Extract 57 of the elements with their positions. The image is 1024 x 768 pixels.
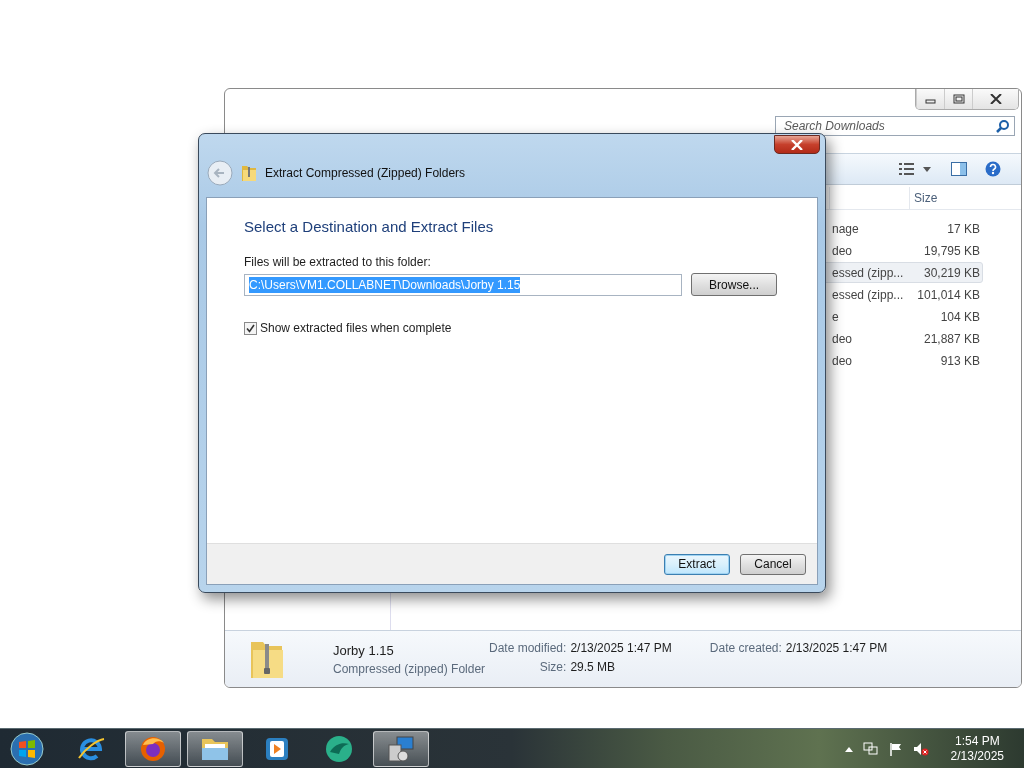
minimize-button[interactable]	[916, 89, 944, 109]
table-cell-text: essed (zipp...	[831, 265, 905, 280]
table-cell-text: 104 KB	[939, 309, 980, 324]
table-cell-text: 30,219 KB	[922, 265, 980, 280]
play-icon	[264, 735, 290, 762]
field-label: Date modified:	[489, 641, 567, 656]
show-hidden-icons-icon[interactable]	[844, 745, 853, 752]
taskbar-button[interactable]	[373, 730, 429, 767]
clock-date[interactable]: 2/13/2025	[950, 748, 1004, 764]
help-icon[interactable]	[985, 161, 1001, 177]
file-name: Jorby 1.15	[333, 642, 395, 658]
start-button[interactable]	[10, 731, 44, 766]
checkbox[interactable]	[244, 321, 257, 335]
close-icon	[989, 94, 1002, 104]
field-value: 29.5 MB	[570, 660, 617, 675]
checkbox-label[interactable]: Show extracted files when complete	[260, 321, 452, 335]
view-options-icon[interactable]	[899, 162, 933, 176]
field-label: Files will be extracted to this folder:	[244, 255, 432, 269]
taskbar-button[interactable]	[125, 730, 181, 767]
preview-pane-icon[interactable]	[951, 162, 967, 176]
dialog-title: Extract Compressed (Zipped) Folders	[265, 165, 466, 180]
dialog-heading: Select a Destination and Extract Files	[244, 218, 495, 235]
dialog-button[interactable]: Extract	[664, 553, 730, 575]
dialog-button[interactable]: Cancel	[740, 553, 806, 575]
speaker-muted-icon[interactable]	[912, 741, 929, 756]
table-cell-text: deo	[831, 353, 854, 368]
network-icon[interactable]	[862, 741, 879, 756]
fox-globe-icon	[139, 734, 167, 763]
bird-icon	[324, 733, 354, 764]
table-cell-text: 21,887 KB	[922, 331, 980, 346]
close-button[interactable]	[774, 135, 820, 154]
installer-icon	[386, 733, 416, 764]
maximize-button[interactable]	[944, 89, 972, 109]
field-label: Date created:	[709, 641, 782, 656]
table-cell-text: deo	[831, 331, 854, 346]
browse-button[interactable]: Browse...	[691, 273, 777, 296]
table-cell-text: essed (zipp...	[831, 287, 905, 302]
flag-icon[interactable]	[888, 741, 903, 756]
restore-icon	[952, 94, 965, 104]
table-cell-text: 19,795 KB	[922, 243, 980, 258]
file-type: Compressed (zipped) Folder	[333, 661, 487, 676]
table-cell-text: 913 KB	[939, 353, 980, 368]
table-cell-text: deo	[831, 243, 854, 258]
close-icon	[791, 139, 803, 150]
search-icon	[996, 119, 1010, 133]
table-cell-text: 101,014 KB	[916, 287, 980, 302]
zip-folder-icon	[241, 163, 257, 182]
table-cell-text: e	[831, 309, 840, 324]
column-header[interactable]: Size	[909, 187, 999, 209]
search-field[interactable]: Search Downloads	[775, 116, 1015, 136]
field-label: Size:	[538, 660, 567, 675]
field-value: 2/13/2025 1:47 PM	[570, 641, 672, 656]
taskbar-button[interactable]	[187, 730, 243, 767]
table-cell-text: 17 KB	[946, 221, 980, 236]
field-value: 2/13/2025 1:47 PM	[785, 641, 888, 656]
table-cell-text: nage	[831, 221, 860, 236]
clock-time[interactable]: 1:54 PM	[954, 733, 1000, 749]
